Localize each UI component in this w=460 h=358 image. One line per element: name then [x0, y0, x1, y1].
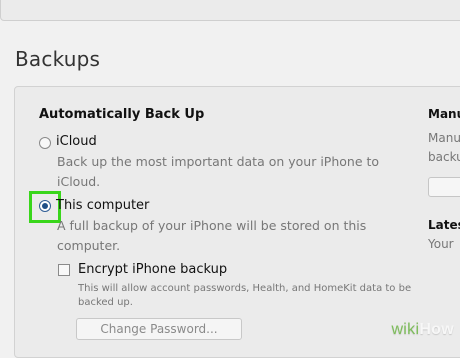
encrypt-desc-line1: This will allow account passwords, Healt… — [78, 283, 412, 294]
this-computer-label[interactable]: This computer — [56, 198, 149, 213]
this-computer-desc-line2: computer. — [57, 238, 121, 253]
encrypt-checkbox[interactable] — [58, 264, 70, 276]
this-computer-desc-line1: A full backup of your iPhone will be sto… — [57, 218, 367, 233]
encrypt-desc-line2: backed up. — [78, 297, 133, 308]
manual-backup-title: Manu — [428, 107, 460, 121]
manual-backup-desc-line1: Manu — [428, 131, 460, 145]
icloud-desc-line2: iCloud. — [57, 174, 101, 189]
this-computer-radio[interactable] — [39, 200, 51, 212]
watermark-how: How — [419, 321, 454, 338]
encrypt-label[interactable]: Encrypt iPhone backup — [78, 262, 227, 277]
watermark-wiki: wiki — [391, 321, 420, 338]
change-password-button[interactable]: Change Password... — [76, 318, 242, 340]
icloud-label[interactable]: iCloud — [56, 134, 97, 149]
icloud-radio[interactable] — [39, 137, 51, 149]
section-title: Backups — [15, 47, 101, 71]
wikihow-watermark: wikiHow — [391, 321, 454, 339]
latest-backups-desc-line1: Your — [428, 237, 454, 251]
automatically-back-up-title: Automatically Back Up — [39, 107, 205, 122]
icloud-desc-line1: Back up the most important data on your … — [57, 154, 380, 169]
latest-backups-title: Lates — [428, 218, 460, 232]
back-up-now-button[interactable] — [428, 177, 460, 197]
manual-backup-desc-line2: backu — [428, 150, 460, 164]
top-panel — [0, 0, 460, 21]
